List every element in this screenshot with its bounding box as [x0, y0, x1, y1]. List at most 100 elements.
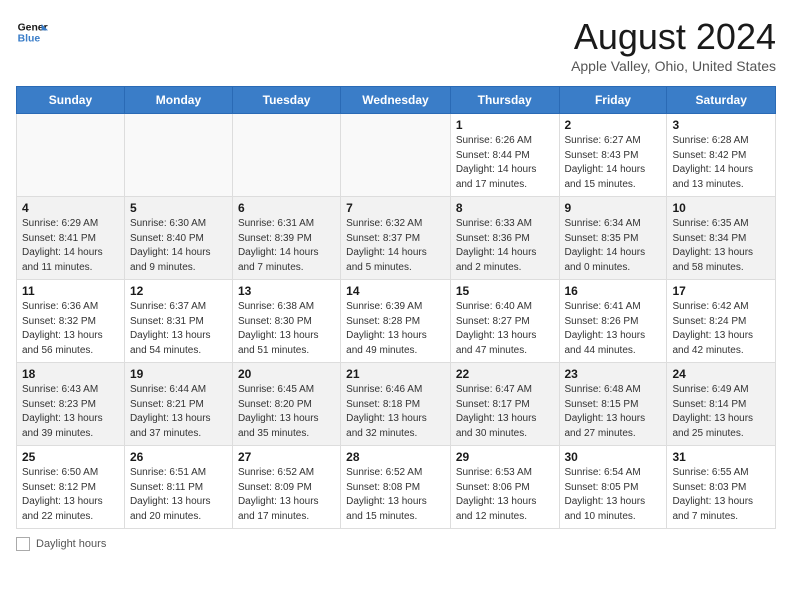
- cell-info: Sunrise: 6:42 AM Sunset: 8:24 PM Dayligh…: [672, 300, 770, 358]
- cell-info: Sunrise: 6:51 AM Sunset: 8:11 PM Dayligh…: [130, 466, 227, 524]
- date-number: 2: [565, 118, 662, 132]
- svg-text:Blue: Blue: [18, 34, 41, 45]
- cal-cell-3: 3 Sunrise: 6:28 AM Sunset: 8:42 PM Daylig…: [667, 114, 776, 197]
- cell-info: Sunrise: 6:39 AM Sunset: 8:28 PM Dayligh…: [346, 300, 445, 358]
- cal-cell-5: 5 Sunrise: 6:30 AM Sunset: 8:40 PM Daylig…: [124, 197, 232, 280]
- day-header-thursday: Thursday: [450, 87, 559, 114]
- week-row-5: 25 Sunrise: 6:50 AM Sunset: 8:12 PM Dayli…: [17, 446, 776, 529]
- cell-info: Sunrise: 6:34 AM Sunset: 8:35 PM Dayligh…: [565, 217, 662, 275]
- logo: General Blue: [16, 16, 48, 48]
- cell-info: Sunrise: 6:36 AM Sunset: 8:32 PM Dayligh…: [22, 300, 119, 358]
- cal-cell-24: 24 Sunrise: 6:49 AM Sunset: 8:14 PM Dayli…: [667, 363, 776, 446]
- cal-cell-18: 18 Sunrise: 6:43 AM Sunset: 8:23 PM Dayli…: [17, 363, 125, 446]
- cell-info: Sunrise: 6:44 AM Sunset: 8:21 PM Dayligh…: [130, 383, 227, 441]
- date-number: 23: [565, 367, 662, 381]
- cal-cell-28: 28 Sunrise: 6:52 AM Sunset: 8:08 PM Dayli…: [341, 446, 451, 529]
- daylight-label: Daylight hours: [36, 538, 106, 550]
- date-number: 1: [456, 118, 554, 132]
- cal-cell-9: 9 Sunrise: 6:34 AM Sunset: 8:35 PM Daylig…: [559, 197, 667, 280]
- week-row-3: 11 Sunrise: 6:36 AM Sunset: 8:32 PM Dayli…: [17, 280, 776, 363]
- date-number: 19: [130, 367, 227, 381]
- day-header-sunday: Sunday: [17, 87, 125, 114]
- cal-cell-8: 8 Sunrise: 6:33 AM Sunset: 8:36 PM Daylig…: [450, 197, 559, 280]
- week-row-2: 4Sunrise: 6:29 AM Sunset: 8:41 PM Daylig…: [17, 197, 776, 280]
- date-number: 30: [565, 450, 662, 464]
- date-number: 24: [672, 367, 770, 381]
- calendar-body: 1 Sunrise: 6:26 AM Sunset: 8:44 PM Daylig…: [17, 114, 776, 529]
- month-title: August 2024: [571, 16, 776, 58]
- cell-info: Sunrise: 6:31 AM Sunset: 8:39 PM Dayligh…: [238, 217, 335, 275]
- date-number: 28: [346, 450, 445, 464]
- cal-cell-22: 22 Sunrise: 6:47 AM Sunset: 8:17 PM Dayli…: [450, 363, 559, 446]
- cal-cell-27: 27 Sunrise: 6:52 AM Sunset: 8:09 PM Dayli…: [232, 446, 340, 529]
- date-number: 10: [672, 201, 770, 215]
- date-number: 6: [238, 201, 335, 215]
- cell-info: Sunrise: 6:55 AM Sunset: 8:03 PM Dayligh…: [672, 466, 770, 524]
- cal-cell-30: 30 Sunrise: 6:54 AM Sunset: 8:05 PM Dayli…: [559, 446, 667, 529]
- date-number: 14: [346, 284, 445, 298]
- cell-info: Sunrise: 6:52 AM Sunset: 8:08 PM Dayligh…: [346, 466, 445, 524]
- date-number: 31: [672, 450, 770, 464]
- cal-cell-23: 23 Sunrise: 6:48 AM Sunset: 8:15 PM Dayli…: [559, 363, 667, 446]
- date-number: 12: [130, 284, 227, 298]
- day-header-friday: Friday: [559, 87, 667, 114]
- cal-cell-10: 10 Sunrise: 6:35 AM Sunset: 8:34 PM Dayli…: [667, 197, 776, 280]
- footer: Daylight hours: [16, 537, 776, 551]
- cell-info: Sunrise: 6:49 AM Sunset: 8:14 PM Dayligh…: [672, 383, 770, 441]
- day-header-saturday: Saturday: [667, 87, 776, 114]
- cell-info: Sunrise: 6:41 AM Sunset: 8:26 PM Dayligh…: [565, 300, 662, 358]
- cell-info: Sunrise: 6:50 AM Sunset: 8:12 PM Dayligh…: [22, 466, 119, 524]
- cell-info: Sunrise: 6:35 AM Sunset: 8:34 PM Dayligh…: [672, 217, 770, 275]
- date-number: 22: [456, 367, 554, 381]
- date-number: 26: [130, 450, 227, 464]
- date-number: 25: [22, 450, 119, 464]
- cal-cell-11: 11 Sunrise: 6:36 AM Sunset: 8:32 PM Dayli…: [17, 280, 125, 363]
- title-block: August 2024 Apple Valley, Ohio, United S…: [571, 16, 776, 74]
- day-of-week-row: SundayMondayTuesdayWednesdayThursdayFrid…: [17, 87, 776, 114]
- day-header-monday: Monday: [124, 87, 232, 114]
- cell-info: Sunrise: 6:54 AM Sunset: 8:05 PM Dayligh…: [565, 466, 662, 524]
- cell-info: Sunrise: 6:53 AM Sunset: 8:06 PM Dayligh…: [456, 466, 554, 524]
- date-number: 27: [238, 450, 335, 464]
- date-number: 21: [346, 367, 445, 381]
- cell-info: Sunrise: 6:48 AM Sunset: 8:15 PM Dayligh…: [565, 383, 662, 441]
- week-row-4: 18 Sunrise: 6:43 AM Sunset: 8:23 PM Dayli…: [17, 363, 776, 446]
- week-row-1: 1 Sunrise: 6:26 AM Sunset: 8:44 PM Daylig…: [17, 114, 776, 197]
- cell-info: Sunrise: 6:30 AM Sunset: 8:40 PM Dayligh…: [130, 217, 227, 275]
- date-number: 11: [22, 284, 119, 298]
- day-header-wednesday: Wednesday: [341, 87, 451, 114]
- cal-cell-1: 1 Sunrise: 6:26 AM Sunset: 8:44 PM Daylig…: [450, 114, 559, 197]
- date-number: 17: [672, 284, 770, 298]
- cell-info: Sunrise: 6:45 AM Sunset: 8:20 PM Dayligh…: [238, 383, 335, 441]
- cell-info: Sunrise: 6:43 AM Sunset: 8:23 PM Dayligh…: [22, 383, 119, 441]
- date-number: 7: [346, 201, 445, 215]
- date-number: 18: [22, 367, 119, 381]
- day-header-tuesday: Tuesday: [232, 87, 340, 114]
- cal-cell-31: 31 Sunrise: 6:55 AM Sunset: 8:03 PM Dayli…: [667, 446, 776, 529]
- cell-info: Sunrise: 6:52 AM Sunset: 8:09 PM Dayligh…: [238, 466, 335, 524]
- cal-cell-6: 6 Sunrise: 6:31 AM Sunset: 8:39 PM Daylig…: [232, 197, 340, 280]
- date-number: 8: [456, 201, 554, 215]
- date-number: 15: [456, 284, 554, 298]
- cell-info: Sunrise: 6:26 AM Sunset: 8:44 PM Dayligh…: [456, 134, 554, 192]
- cal-cell-17: 17 Sunrise: 6:42 AM Sunset: 8:24 PM Dayli…: [667, 280, 776, 363]
- cell-info: Sunrise: 6:28 AM Sunset: 8:42 PM Dayligh…: [672, 134, 770, 192]
- daylight-box-icon: [16, 537, 30, 551]
- cal-cell-7: 7 Sunrise: 6:32 AM Sunset: 8:37 PM Daylig…: [341, 197, 451, 280]
- cal-cell-empty: [232, 114, 340, 197]
- date-number: 3: [672, 118, 770, 132]
- cal-cell-4: 4Sunrise: 6:29 AM Sunset: 8:41 PM Daylig…: [17, 197, 125, 280]
- date-number: 4: [22, 201, 119, 215]
- cell-info: Sunrise: 6:32 AM Sunset: 8:37 PM Dayligh…: [346, 217, 445, 275]
- cal-cell-16: 16Sunrise: 6:41 AM Sunset: 8:26 PM Dayli…: [559, 280, 667, 363]
- cell-info: Sunrise: 6:40 AM Sunset: 8:27 PM Dayligh…: [456, 300, 554, 358]
- date-number: 5: [130, 201, 227, 215]
- logo-icon: General Blue: [16, 16, 48, 48]
- cal-cell-21: 21Sunrise: 6:46 AM Sunset: 8:18 PM Dayli…: [341, 363, 451, 446]
- cell-info: Sunrise: 6:33 AM Sunset: 8:36 PM Dayligh…: [456, 217, 554, 275]
- date-number: 9: [565, 201, 662, 215]
- cal-cell-15: 15 Sunrise: 6:40 AM Sunset: 8:27 PM Dayli…: [450, 280, 559, 363]
- date-number: 13: [238, 284, 335, 298]
- cal-cell-empty: [17, 114, 125, 197]
- cell-info: Sunrise: 6:47 AM Sunset: 8:17 PM Dayligh…: [456, 383, 554, 441]
